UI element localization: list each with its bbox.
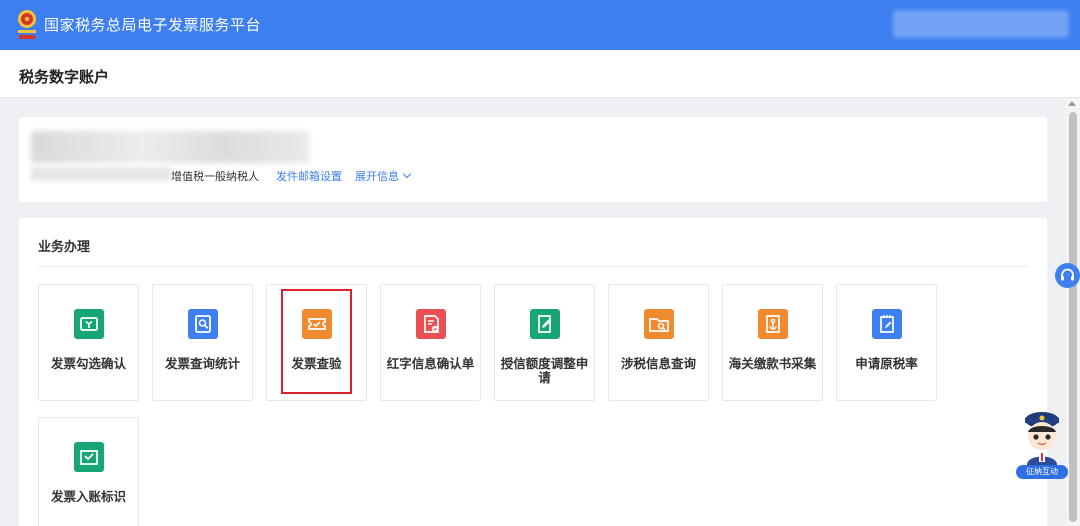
tile-red-info-confirm[interactable]: 红字信息确认单 [380, 284, 481, 401]
app-title: 国家税务总局电子发票服务平台 [44, 16, 262, 34]
chevron-down-icon [402, 169, 412, 179]
tile-credit-adjust[interactable]: 授信额度调整申请 [494, 284, 595, 401]
expand-info-link[interactable]: 展开信息 [355, 168, 412, 184]
taxpayer-type: 增值税一般纳税人 [171, 170, 259, 183]
tile-invoice-check[interactable]: 发票勾选确认 [38, 284, 139, 401]
assistant-badge[interactable]: 征纳互动 [1016, 465, 1068, 479]
customer-service-button[interactable] [1055, 263, 1080, 288]
scroll-up-arrow-icon[interactable] [1068, 101, 1076, 106]
tile-label: 发票勾选确认 [50, 356, 126, 371]
tile-label: 发票查询统计 [164, 356, 240, 371]
top-header: 国家税务总局电子发票服务平台 [0, 0, 1080, 50]
section-title: 业务办理 [38, 240, 91, 255]
tax-emblem-icon [18, 10, 36, 39]
highlight-annotation [281, 289, 352, 394]
tile-label: 发票入账标识 [50, 489, 126, 504]
email-settings-link[interactable]: 发件邮箱设置 [276, 168, 342, 184]
headset-icon [1061, 268, 1074, 281]
tile-invoice-search[interactable]: 发票查询统计 [152, 284, 253, 401]
tile-label: 授信额度调整申请 [500, 356, 589, 385]
tile-label: 红字信息确认单 [386, 356, 475, 371]
section-divider [38, 266, 1028, 267]
page-title: 税务数字账户 [19, 68, 110, 86]
red-document-icon [416, 309, 446, 339]
folder-search-icon [644, 309, 674, 339]
tile-label: 涉税信息查询 [620, 356, 696, 371]
invoice-check-icon [74, 309, 104, 339]
tile-customs-collect[interactable]: 海关缴款书采集 [722, 284, 823, 401]
clipboard-edit-icon [872, 309, 902, 339]
taxpayer-name-blurred [31, 131, 309, 163]
inbox-check-icon [74, 442, 104, 472]
user-info-blurred[interactable] [893, 10, 1069, 38]
sub-header: 税务数字账户 [0, 50, 1080, 98]
taxpayer-id-blurred [31, 167, 171, 181]
business-card: 业务办理 发票勾选确认 发票查询统计 发票查验 红字信息确认单 授信额度调整申请… [19, 218, 1047, 526]
anchor-document-icon [758, 309, 788, 339]
tile-original-tax-rate[interactable]: 申请原税率 [836, 284, 937, 401]
invoice-search-icon [188, 309, 218, 339]
tile-invoice-entry-mark[interactable]: 发票入账标识 [38, 417, 139, 526]
tile-tax-info-query[interactable]: 涉税信息查询 [608, 284, 709, 401]
tile-label: 海关缴款书采集 [728, 356, 817, 371]
tile-label: 申请原税率 [855, 356, 918, 371]
account-card: 增值税一般纳税人 发件邮箱设置 展开信息 [19, 117, 1047, 202]
edit-document-icon [530, 309, 560, 339]
expand-info-label: 展开信息 [355, 170, 399, 183]
scrollbar-thumb[interactable] [1069, 112, 1077, 522]
